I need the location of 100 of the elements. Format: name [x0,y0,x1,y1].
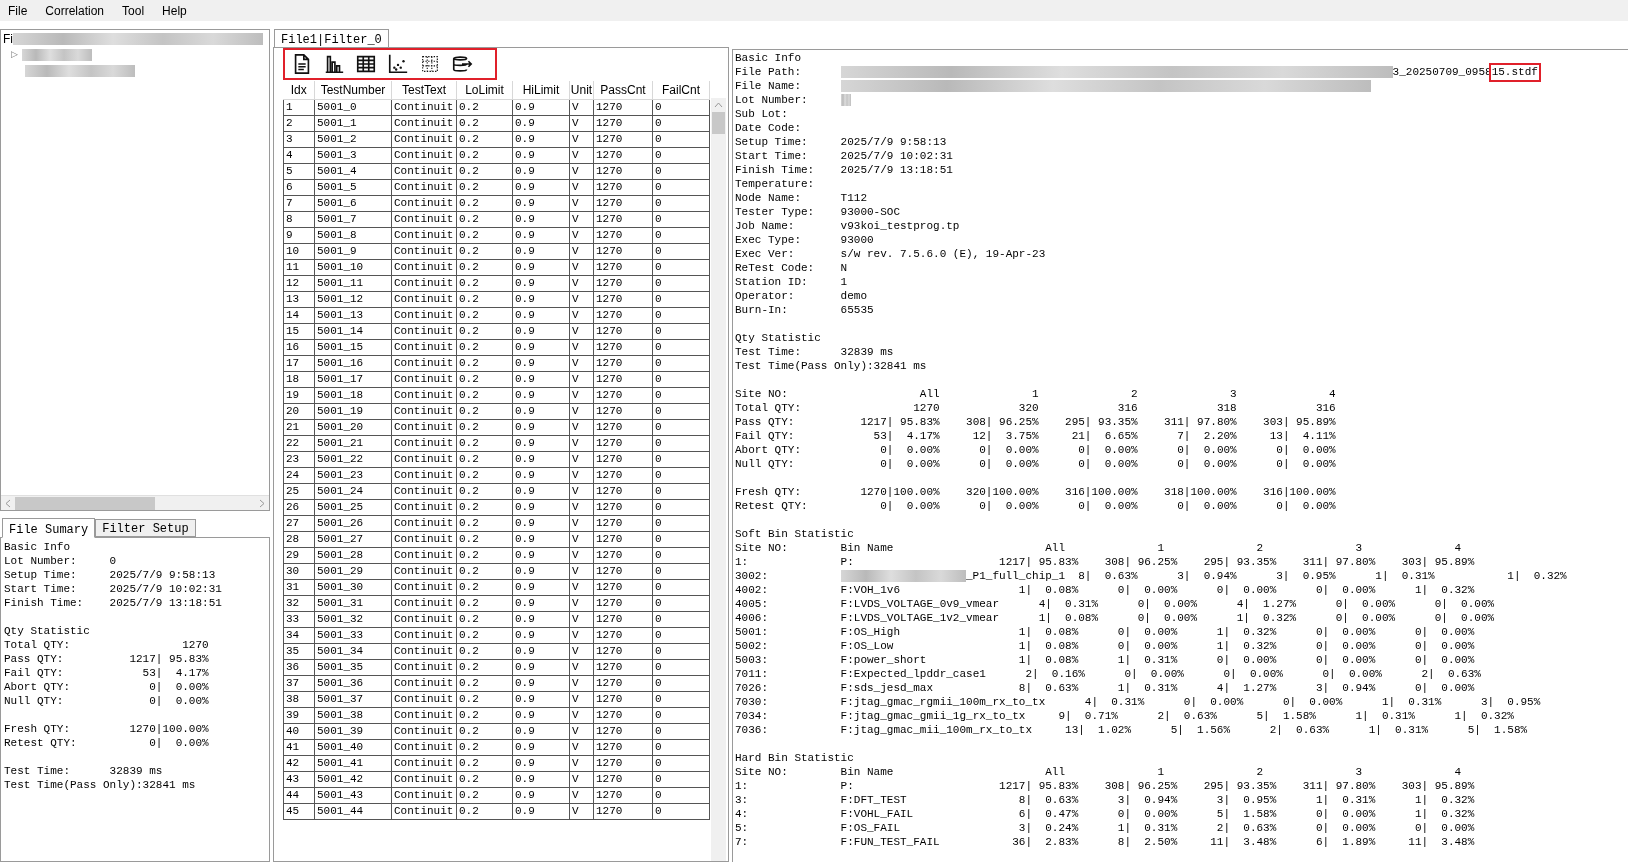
table-cell: 5001_19 [314,403,392,420]
table-icon[interactable] [355,53,377,75]
table-cell: 0.2 [456,371,513,388]
table-cell: Continuit [391,243,457,260]
column-header[interactable]: TestNumber [314,81,392,100]
field-value: 93000-SOC [840,205,901,219]
table-cell: 0 [652,307,710,324]
column-header[interactable]: TestText [391,81,457,100]
table-cell: 0.9 [512,195,570,212]
menu-item[interactable]: Help [160,1,189,20]
table-cell: 0.9 [512,371,570,388]
qty-line: Abort QTY: 0| 0.00% 0| 0.00% 0| 0.00% 0| 0.00% 0| 0.00% [735,443,1337,457]
bin-code: 3: [735,793,750,807]
table-cell: Continuit [391,579,457,596]
table-cell: Continuit [391,771,457,788]
table-cell: 0.2 [456,355,513,372]
table-cell: 1270 [593,787,653,804]
table-cell: 36 [283,659,315,676]
bin-line: F:VOH_1v6 1| 0.08% 0| 0.00% 0| 0.00% 0| 0.00% 1| 0.32% [840,583,1475,597]
table-cell: 0.2 [456,131,513,148]
scrollbar-thumb[interactable] [15,496,155,510]
document-tab[interactable]: File1|Filter_0 [274,29,389,47]
table-cell: 1270 [593,195,653,212]
panel-tab[interactable]: Filter Setup [95,519,196,537]
tree-title: Fi [3,31,13,48]
table-cell: 0.9 [512,691,570,708]
table-cell: 0 [652,595,710,612]
table-cell: Continuit [391,531,457,548]
bin-code: 5002: [735,639,769,653]
table-cell: 5001_37 [314,691,392,708]
menu-item[interactable]: File [6,1,30,20]
table-cell: 0.9 [512,627,570,644]
menu-item[interactable]: Correlation [43,1,107,20]
bin-line: F:VOHL_FAIL 6| 0.47% 0| 0.00% 5| 1.58% 0| 0.00% 1| 0.32% [840,807,1475,821]
table-cell: 0.2 [456,339,513,356]
table-cell: Continuit [391,355,457,372]
column-header[interactable]: FailCnt [652,81,710,100]
table-cell: 0.9 [512,723,570,740]
tree-expander[interactable]: ▷ [11,48,18,62]
table-cell: 1270 [593,259,653,276]
table-cell: 1270 [593,659,653,676]
horizontal-scrollbar[interactable] [1,495,269,510]
field-label: Date Code: [735,121,802,135]
time-line: Test Time(Pass Only):32841 ms [735,359,928,373]
bar-chart-icon[interactable] [323,53,345,75]
table-cell: 0.2 [456,419,513,436]
table-cell: 1270 [593,435,653,452]
grid-icon[interactable] [419,53,441,75]
table-cell: 0.2 [456,483,513,500]
table-cell: 0.9 [512,163,570,180]
table-cell: 0.2 [456,515,513,532]
bin-line: F:OS_High 1| 0.08% 0| 0.00% 1| 0.32% 0| 0.00% 0| 0.00% [840,625,1475,639]
scatter-plot-icon[interactable] [387,53,409,75]
bin-line: P: 1217| 95.83% 308| 96.25% 295| 93.35% 311| 97.80% 303| 95.89% [840,779,1475,793]
table-cell: 1270 [593,803,653,820]
bin-line: F:sds_jesd_max 8| 0.63% 1| 0.31% 4| 1.27% 3| 0.94% 0| 0.00% [840,681,1475,695]
field-value: T112 [840,191,867,205]
table-cell: 0.9 [512,355,570,372]
table-cell: 0 [652,467,710,484]
table-cell: 5001_25 [314,499,392,516]
table-cell: 0.9 [512,595,570,612]
table-cell: 0.9 [512,531,570,548]
menu-item[interactable]: Tool [120,1,147,20]
column-header[interactable]: Idx [283,81,315,100]
field-value: N [840,261,848,275]
table-cell: 0 [652,787,710,804]
table-cell: V [569,739,594,756]
bin-line: F:FUN_TEST_FAIL 36| 2.83% 8| 2.50% 11| 3.48% 6| 1.89% 11| 3.48% [840,835,1475,849]
field-label: Operator: [735,289,796,303]
table-cell: 5001_17 [314,371,392,388]
table-cell: 5 [283,163,315,180]
table-cell: 0.9 [512,227,570,244]
table-cell: 0.9 [512,211,570,228]
column-header[interactable]: Unit [569,81,594,100]
table-cell: V [569,659,594,676]
table-cell: V [569,723,594,740]
scrollbar-thumb[interactable] [712,112,725,134]
table-cell: V [569,467,594,484]
table-cell: 0.9 [512,547,570,564]
table-cell: 0 [652,659,710,676]
table-cell: 0 [652,563,710,580]
column-header[interactable]: LoLimit [456,81,513,100]
field-value: 93000 [840,233,874,247]
table-cell: 1270 [593,163,653,180]
table-cell: 0 [652,163,710,180]
panel-tab[interactable]: File Sumary [2,518,96,538]
table-cell: Continuit [391,403,457,420]
table-cell: V [569,803,594,820]
vertical-scrollbar[interactable] [711,98,726,861]
table-cell: 0 [652,499,710,516]
column-header[interactable]: HiLimit [512,81,570,100]
table-cell: 34 [283,627,315,644]
database-export-icon[interactable] [451,53,473,75]
table-cell: 20 [283,403,315,420]
table-cell: 0.9 [512,323,570,340]
table-cell: 1270 [593,211,653,228]
table-cell: 38 [283,691,315,708]
table-cell: 0 [652,435,710,452]
column-header[interactable]: PassCnt [593,81,653,100]
table-cell: 5001_36 [314,675,392,692]
